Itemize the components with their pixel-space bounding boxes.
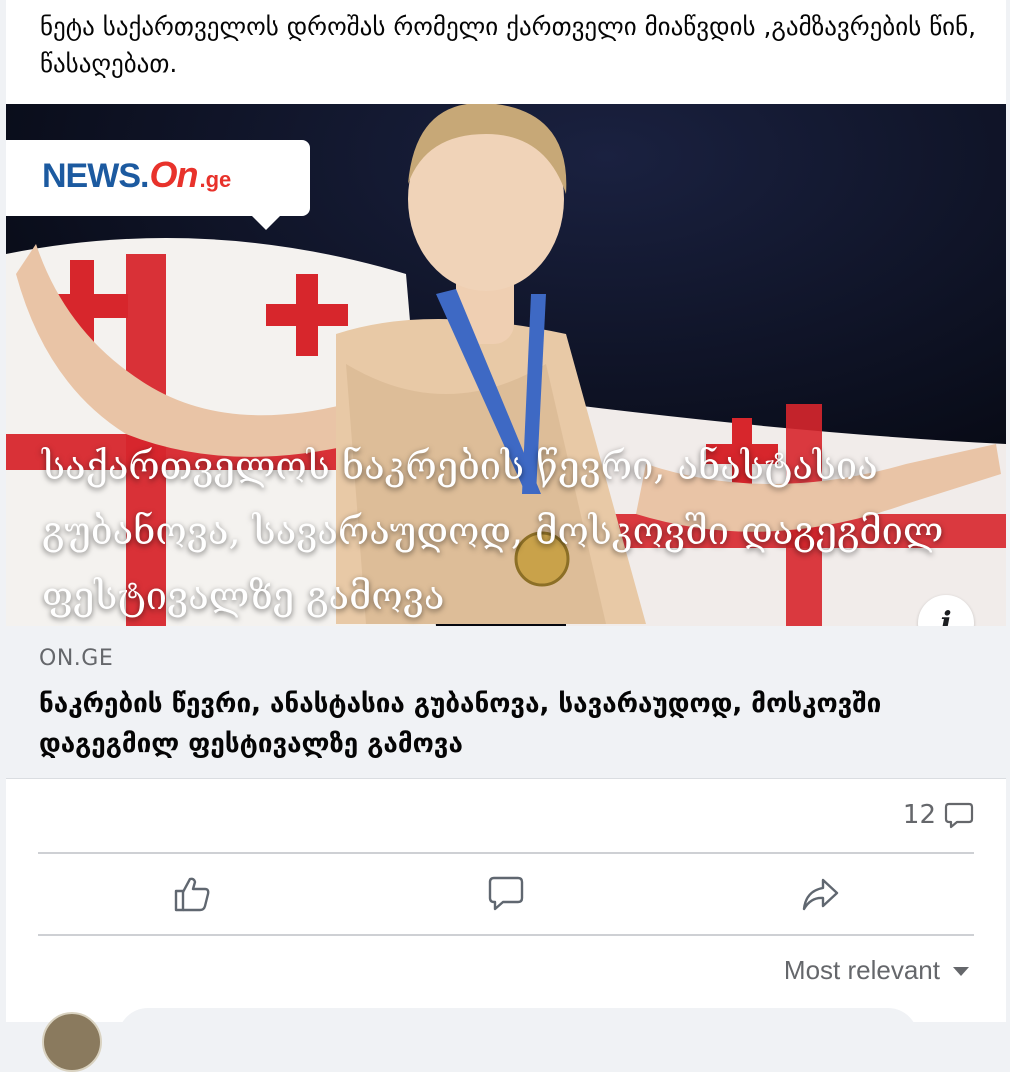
- stats-divider: [38, 852, 974, 854]
- share-icon: [802, 878, 839, 911]
- link-title[interactable]: ნაკრების წევრი, ანასტასია გუბანოვა, სავა…: [39, 684, 969, 764]
- image-headline: საქართველოს ნაკრების წევრი, ანასტასია გუ…: [42, 444, 944, 618]
- comment-sort-dropdown[interactable]: Most relevant: [784, 955, 970, 986]
- news-logo-bubble: NEWS. On .ge: [6, 140, 310, 230]
- link-preview-box[interactable]: ON.GE ნაკრების წევრი, ანასტასია გუბანოვა…: [6, 626, 1006, 779]
- comments-count-value: 12: [902, 800, 936, 830]
- share-button[interactable]: [798, 872, 842, 916]
- logo-dot: .: [140, 157, 150, 195]
- commenter-avatar[interactable]: [42, 1012, 102, 1072]
- comment-count-icon: [944, 802, 974, 829]
- logo-on-text: On: [149, 154, 198, 195]
- sort-label: Most relevant: [783, 955, 940, 985]
- logo-ge-text: .ge: [199, 167, 232, 192]
- newson-logo: NEWS. On .ge: [42, 154, 231, 196]
- comments-count[interactable]: 12: [903, 800, 974, 830]
- thumbs-up-icon: [174, 877, 210, 912]
- post-text: ნეტა საქართველოს დროშას რომელი ქართველი …: [40, 12, 977, 78]
- logo-news-text: NEWS: [42, 157, 141, 195]
- comment-button[interactable]: [484, 872, 528, 916]
- comment-icon: [488, 876, 524, 911]
- like-button[interactable]: [170, 872, 214, 916]
- caret-down-icon: [953, 966, 969, 976]
- comment-bubble: [118, 1008, 918, 1068]
- post-card: ნეტა საქართველოს დროშას რომელი ქართველი …: [6, 0, 1006, 1072]
- link-preview-image[interactable]: NEWS. On .ge საქართველოს ნაკრების წევრი, ა…: [6, 104, 1006, 626]
- actions-divider: [38, 934, 974, 936]
- link-source: ON.GE: [39, 646, 114, 671]
